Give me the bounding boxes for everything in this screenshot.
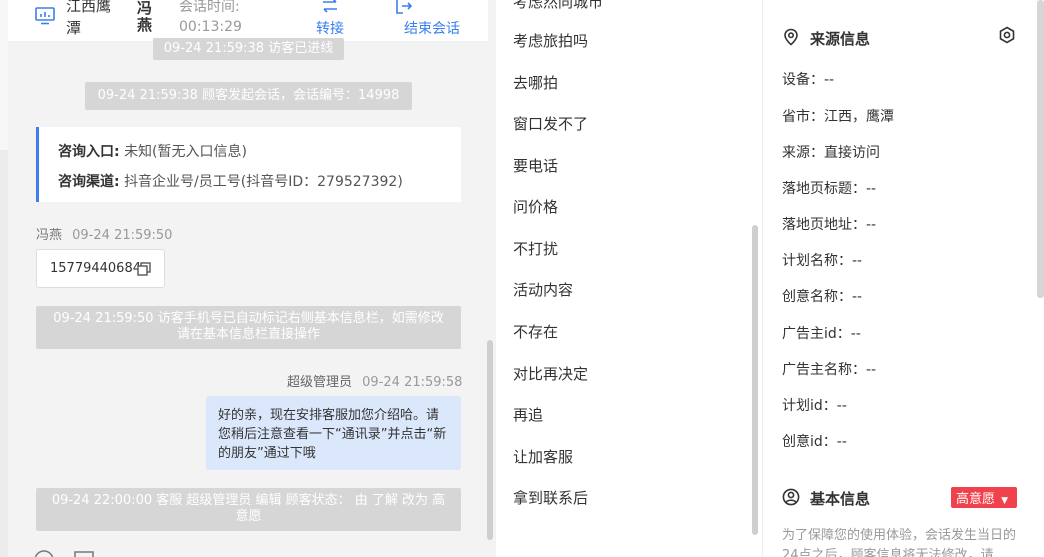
info-value: 江西，鹰潭	[824, 109, 894, 125]
info-value: --	[836, 434, 847, 450]
edit-notice: 为了保障您的使用体验，会话发生当日的24点之后，顾客信息将无法修改，请	[782, 528, 1017, 557]
caret-down-icon: ▼	[1001, 496, 1009, 506]
entry-info-card: 咨询入口: 未知(暂无入口信息) 咨询渠道: 抖音企业号/员工号(抖音号ID：2…	[36, 127, 461, 202]
info-label: 计划id：	[782, 398, 837, 414]
quick-reply-item[interactable]: 拿到联系后	[513, 487, 588, 508]
left-strip-highlight	[0, 0, 8, 150]
info-row-creative-name: 创意名称：--	[782, 286, 862, 306]
transfer-icon	[323, 0, 337, 13]
copy-icon[interactable]	[137, 262, 151, 276]
system-message: 09-24 21:59:38 顾客发起会话，会话编号：14998	[85, 82, 412, 110]
entry-value: 未知(暂无入口信息)	[124, 144, 247, 160]
info-value: --	[850, 326, 861, 342]
info-value: --	[836, 398, 847, 414]
info-row-landing-url: 落地页地址：--	[782, 214, 876, 234]
info-row-landing-title: 落地页标题：--	[782, 178, 876, 198]
quick-reply-item[interactable]: 不打扰	[513, 238, 558, 259]
info-row-creative-id: 创意id：--	[782, 431, 847, 451]
chat-scrollbar[interactable]	[487, 340, 493, 540]
visitor-name: 冯燕	[137, 0, 153, 34]
user-circle-icon	[782, 488, 800, 506]
image-icon[interactable]	[74, 551, 94, 557]
quick-reply-item[interactable]: 再追	[513, 404, 543, 425]
visitor-message-meta: 冯燕 09-24 21:59:50	[36, 224, 172, 243]
info-row-source: 来源：直接访问	[782, 142, 880, 162]
exit-icon	[396, 0, 413, 14]
quick-reply-scrollbar[interactable]	[752, 225, 758, 535]
info-value: --	[866, 181, 877, 197]
emoji-icon[interactable]	[34, 550, 54, 557]
info-row-device: 设备：--	[782, 69, 834, 89]
session-time-value: 00:13:29	[179, 19, 242, 35]
quick-reply-panel: 考虑然同城市 考虑旅拍吗 去哪拍 窗口发不了 要电话 问价格 不打扰 活动内容 …	[496, 0, 758, 557]
transfer-button[interactable]: 转接	[310, 0, 350, 38]
info-row-province: 省市：江西，鹰潭	[782, 106, 894, 126]
visitor-location: 江西鹰	[66, 0, 112, 15]
info-label: 计划名称：	[782, 253, 852, 269]
quick-reply-item[interactable]: 去哪拍	[513, 72, 558, 93]
basic-info-title: 基本信息	[810, 490, 871, 508]
info-label: 落地页标题：	[782, 181, 866, 197]
info-label: 创意id：	[782, 434, 837, 450]
entry-line: 咨询入口: 未知(暂无入口信息)	[58, 141, 247, 161]
info-value: 直接访问	[824, 145, 880, 161]
visitor-location-cont: 潭	[66, 19, 82, 37]
quick-reply-item[interactable]: 考虑然同城市	[513, 0, 603, 12]
quick-reply-item[interactable]: 要电话	[513, 155, 558, 176]
end-session-button[interactable]: 结束会话	[387, 0, 477, 38]
transfer-label: 转接	[316, 21, 344, 37]
system-message: 09-24 21:59:38 访客已进线	[153, 38, 344, 60]
message-sender: 超级管理员	[287, 375, 353, 390]
agent-message-bubble: 好的亲，现在安排客服加您介绍哈。请您稍后注意查看一下“通讯录”并点击“新的朋友”…	[206, 396, 461, 470]
info-label: 省市：	[782, 109, 824, 125]
quick-reply-item[interactable]: 不存在	[513, 321, 558, 342]
info-row-advertiser-id: 广告主id：--	[782, 323, 861, 343]
info-row-advertiser-name: 广告主名称：--	[782, 359, 876, 379]
channel-line: 咨询渠道: 抖音企业号/员工号(抖音号ID：279527392)	[58, 171, 403, 191]
entry-label: 咨询入口:	[58, 144, 120, 160]
settings-icon[interactable]	[998, 26, 1016, 44]
quick-reply-item[interactable]: 考虑旅拍吗	[513, 30, 588, 51]
session-time-label: 会话时间:	[179, 0, 240, 15]
chat-header: 江西鹰 潭 冯燕 会话时间: 00:13:29 转接 结束会话	[8, 0, 488, 42]
end-session-label: 结束会话	[404, 21, 460, 37]
info-value: --	[866, 362, 877, 378]
message-time: 09-24 21:59:58	[362, 375, 463, 390]
info-value: --	[852, 253, 863, 269]
location-pin-icon	[784, 28, 798, 46]
monitor-icon	[35, 7, 55, 25]
agent-message-meta: 超级管理员 09-24 21:59:58	[287, 371, 462, 390]
quick-reply-item[interactable]: 对比再决定	[513, 363, 588, 384]
source-info-title: 来源信息	[810, 30, 871, 48]
quick-reply-item[interactable]: 问价格	[513, 196, 558, 217]
channel-label: 咨询渠道:	[58, 174, 120, 190]
info-label: 广告主名称：	[782, 362, 866, 378]
phone-number: 15779440684	[50, 261, 141, 276]
info-panel-scrollbar[interactable]	[1037, 0, 1044, 298]
phone-message[interactable]: 15779440684	[36, 249, 165, 288]
message-sender: 冯燕	[36, 228, 63, 243]
info-value: --	[824, 72, 835, 88]
quick-reply-item[interactable]: 窗口发不了	[513, 113, 588, 134]
channel-value: 抖音企业号/员工号(抖音号ID：279527392)	[124, 174, 403, 190]
info-row-plan-name: 计划名称：--	[782, 250, 862, 270]
customer-info-panel: 来源信息 设备：-- 省市：江西，鹰潭 来源：直接访问 落地页标题：-- 落地页…	[762, 0, 1044, 557]
system-message: 09-24 21:59:50 访客手机号已自动标记右侧基本信息栏，如需修改请在基…	[36, 306, 461, 349]
chat-toolbar	[34, 549, 94, 557]
intent-status-badge[interactable]: 高意愿 ▼	[951, 487, 1017, 508]
quick-reply-item[interactable]: 让加客服	[513, 446, 573, 467]
info-value: --	[866, 217, 877, 233]
info-value: --	[852, 289, 863, 305]
chat-panel: 江西鹰 潭 冯燕 会话时间: 00:13:29 转接 结束会话 09-24 21…	[0, 0, 496, 557]
info-label: 设备：	[782, 72, 824, 88]
info-label: 来源：	[782, 145, 824, 161]
info-label: 落地页地址：	[782, 217, 866, 233]
info-label: 广告主id：	[782, 326, 851, 342]
message-time: 09-24 21:59:50	[72, 228, 173, 243]
intent-status-label: 高意愿	[956, 492, 996, 507]
quick-reply-item[interactable]: 活动内容	[513, 279, 573, 300]
info-row-plan-id: 计划id：--	[782, 395, 847, 415]
system-message: 09-24 22:00:00 客服 超级管理员 编辑 顾客状态： 由 了解 改为…	[36, 488, 461, 531]
info-label: 创意名称：	[782, 289, 852, 305]
